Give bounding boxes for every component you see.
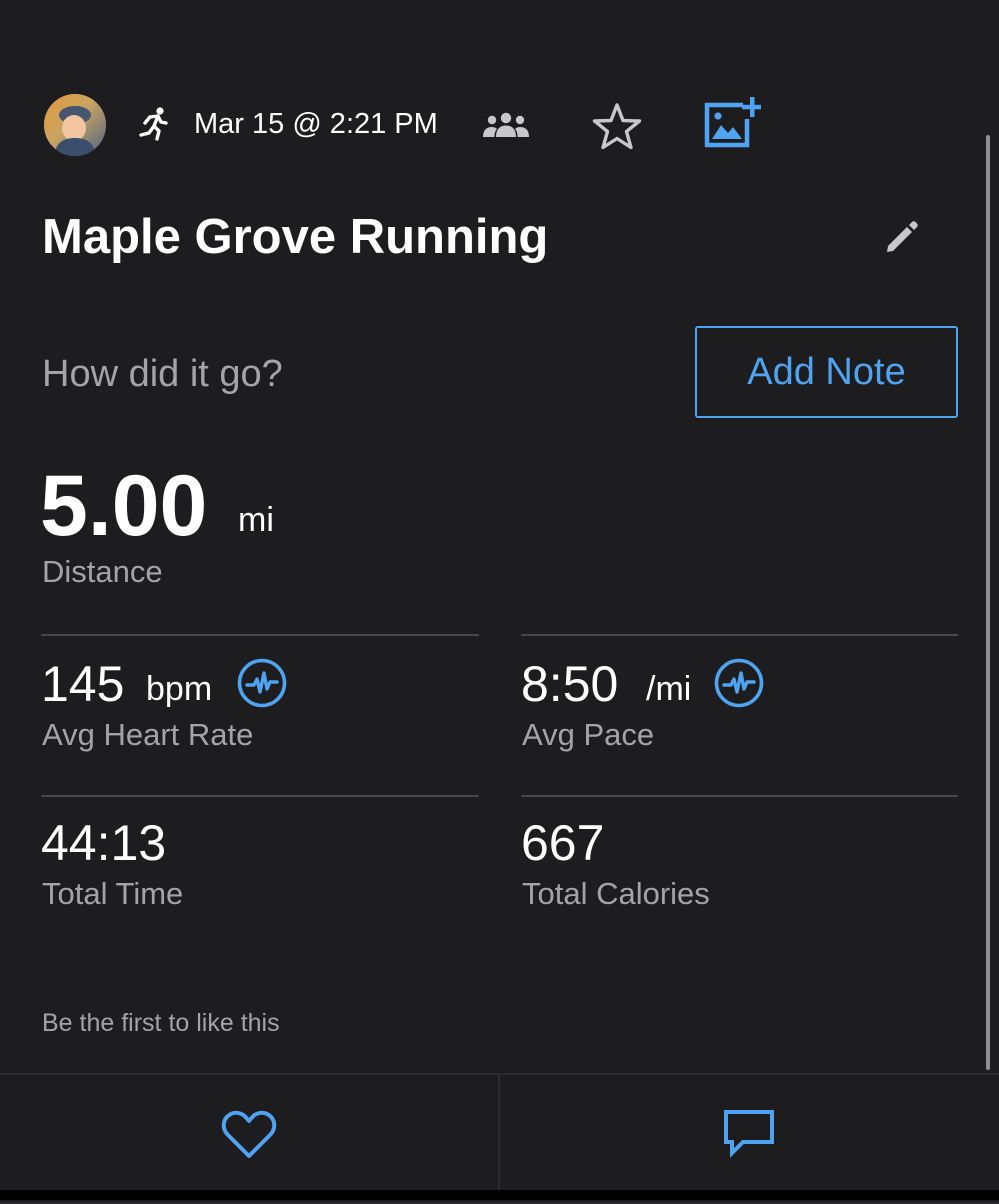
pencil-icon[interactable] [883,218,921,256]
user-avatar[interactable] [44,94,106,156]
star-outline-icon[interactable] [591,102,643,150]
add-photo-icon[interactable] [703,97,761,149]
activity-date: Mar 15 @ 2:21 PM [194,108,438,140]
running-figure-icon [139,107,168,141]
total-calories-value: 667 [521,815,605,871]
pace-unit: /mi [646,670,692,708]
heart-rate-unit: bpm [146,670,213,708]
activity-detail-screen: Mar 15 @ 2:21 PM Maple Grove Running How… [0,0,999,1204]
activity-title: Maple Grove Running [42,210,549,264]
bottom-edge [0,1190,999,1200]
note-prompt: How did it go? [42,353,283,395]
divider [41,795,479,797]
likes-summary[interactable]: Be the first to like this [42,1007,280,1039]
distance-label: Distance [42,554,163,589]
heart-rate-label: Avg Heart Rate [42,717,254,752]
pulse-icon[interactable] [713,657,765,709]
total-time-value: 44:13 [41,815,167,871]
total-calories-label: Total Calories [522,876,710,911]
comment-button[interactable] [500,1075,999,1190]
divider [521,795,958,797]
distance-unit: mi [238,501,274,539]
like-button[interactable] [0,1075,498,1190]
comment-icon [724,1110,774,1158]
group-icon[interactable] [481,112,531,138]
pace-label: Avg Pace [522,717,655,752]
divider [521,634,958,636]
total-time-label: Total Time [42,876,184,911]
heart-rate-value: 145 [41,656,125,712]
pulse-icon[interactable] [236,657,288,709]
heart-outline-icon [221,1110,277,1158]
distance-value: 5.00 [40,458,208,554]
scrollbar[interactable] [986,135,990,1070]
divider [41,634,479,636]
pace-value: 8:50 [521,656,619,712]
add-note-button[interactable]: Add Note [695,326,958,418]
